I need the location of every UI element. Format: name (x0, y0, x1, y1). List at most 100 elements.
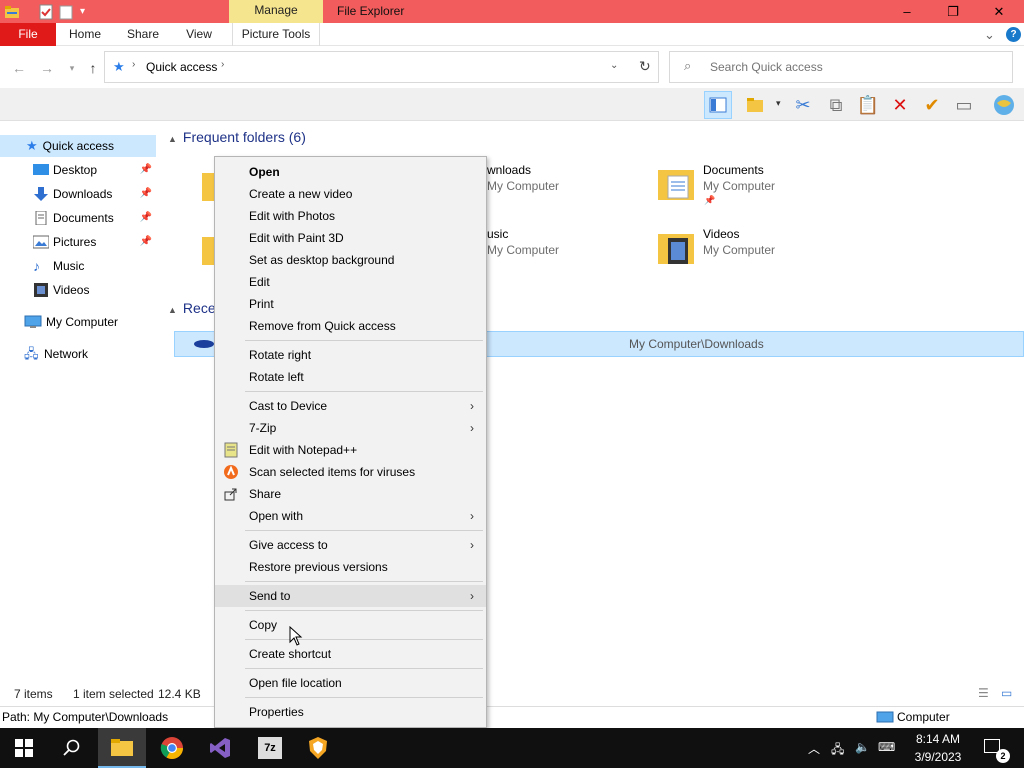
search-button[interactable] (48, 728, 96, 768)
recent-files-header[interactable]: ▲ Rece (168, 300, 216, 316)
location-text: Computer (897, 710, 950, 724)
paste-icon[interactable]: 📋 (854, 91, 882, 119)
menu-item-edit-paint3d[interactable]: Edit with Paint 3D (215, 227, 486, 249)
tab-view[interactable]: View (176, 23, 222, 46)
customize-qat-icon[interactable]: ▾ (80, 6, 85, 17)
frequent-folders-header[interactable]: ▲ Frequent folders (6) (168, 129, 306, 145)
menu-item-rotate-right[interactable]: Rotate right (215, 344, 486, 366)
cut-icon[interactable]: ✂ (789, 91, 817, 119)
menu-item-restore-versions[interactable]: Restore previous versions (215, 556, 486, 578)
maximize-button[interactable]: ❐ (930, 0, 976, 23)
menu-item-share[interactable]: Share (215, 483, 486, 505)
chevron-right-icon[interactable]: › (221, 59, 224, 70)
explorer-icon[interactable] (4, 4, 20, 20)
back-icon[interactable]: ← (11, 60, 27, 76)
pin-icon[interactable]: 📌 (140, 231, 152, 253)
pin-icon[interactable]: 📌 (140, 159, 152, 181)
menu-item-create-shortcut[interactable]: Create shortcut (215, 643, 486, 665)
menu-item-edit[interactable]: Edit (215, 271, 486, 293)
up-icon[interactable]: ↑ (85, 60, 101, 76)
layout-dropdown-icon[interactable]: ▾ (776, 98, 781, 109)
volume-icon[interactable]: 🔈 (855, 740, 870, 754)
tab-picture-tools[interactable]: Picture Tools (232, 23, 320, 46)
properties-icon[interactable] (38, 4, 54, 20)
menu-item-open-file-location[interactable]: Open file location (215, 672, 486, 694)
forward-icon[interactable]: → (39, 60, 55, 76)
show-hidden-icons-icon[interactable]: ︿ (808, 740, 820, 757)
folder-name[interactable]: usic (487, 227, 508, 241)
tab-home[interactable]: Home (60, 23, 110, 46)
ribbon-expand-icon[interactable]: ⌄ (984, 23, 995, 46)
address-dropdown-icon[interactable]: ⌄ (610, 60, 618, 71)
taskbar-brave[interactable] (294, 728, 342, 768)
menu-item-edit-photos[interactable]: Edit with Photos (215, 205, 486, 227)
pin-icon[interactable]: 📌 (140, 183, 152, 205)
taskbar-7zip[interactable]: 7z (246, 728, 294, 768)
menu-item-properties[interactable]: Properties (215, 701, 486, 723)
taskbar-file-explorer[interactable] (98, 728, 146, 768)
menu-item-open[interactable]: Open (215, 161, 486, 183)
new-folder-icon[interactable] (58, 4, 74, 20)
checkmark-icon[interactable]: ✔ (918, 91, 946, 119)
minimize-button[interactable]: – (884, 0, 930, 23)
address-bar[interactable]: ★ › Quick access › ⌄ ↻ (104, 51, 659, 83)
menu-item-notepadpp[interactable]: Edit with Notepad++ (215, 439, 486, 461)
help-icon[interactable]: ? (1006, 27, 1021, 42)
tab-file[interactable]: File (0, 23, 56, 46)
collapse-icon[interactable]: ▲ (168, 305, 177, 315)
taskbar-visual-studio[interactable] (196, 728, 244, 768)
search-input[interactable] (710, 58, 1000, 76)
menu-item-open-with[interactable]: Open with › (215, 505, 486, 527)
chevron-right-icon[interactable]: › (132, 59, 135, 70)
collapse-icon[interactable]: ▲ (168, 134, 177, 144)
sidebar-item-downloads[interactable]: Downloads 📌 (0, 183, 156, 205)
menu-item-give-access[interactable]: Give access to › (215, 534, 486, 556)
search-box[interactable]: ⌕ (669, 51, 1013, 83)
folder-name[interactable]: Documents (703, 163, 764, 177)
close-button[interactable]: ✕ (976, 0, 1022, 23)
pin-icon[interactable]: 📌 (140, 207, 152, 229)
menu-item-rotate-left[interactable]: Rotate left (215, 366, 486, 388)
network-status-icon[interactable]: 🖧 (831, 740, 844, 761)
menu-item-cast-to-device[interactable]: Cast to Device › (215, 395, 486, 417)
copy-icon[interactable]: ⧉ (822, 91, 850, 119)
sidebar-item-quick-access[interactable]: ★ Quick access (0, 135, 156, 157)
manage-contextual-tab[interactable]: Manage (229, 0, 323, 23)
menu-item-remove-quick-access[interactable]: Remove from Quick access (215, 315, 486, 337)
sidebar-item-desktop[interactable]: Desktop 📌 (0, 159, 156, 181)
globe-icon[interactable] (990, 91, 1018, 119)
menu-item-print[interactable]: Print (215, 293, 486, 315)
documents-folder-icon[interactable] (656, 164, 696, 204)
menu-item-7zip[interactable]: 7-Zip › (215, 417, 486, 439)
brave-icon (309, 737, 327, 759)
new-folder-icon[interactable] (742, 91, 770, 119)
menu-item-send-to[interactable]: Send to › (215, 585, 486, 607)
breadcrumb[interactable]: Quick access (146, 52, 217, 82)
start-button[interactable] (0, 728, 48, 768)
sidebar-item-music[interactable]: ♪ Music (0, 255, 156, 277)
clock[interactable]: 8:14 AM 3/9/2023 (906, 730, 970, 766)
rename-icon[interactable]: ▭ (950, 91, 978, 119)
folder-name[interactable]: wnloads (487, 163, 531, 177)
preview-pane-icon[interactable] (704, 91, 732, 119)
sidebar-item-my-computer[interactable]: My Computer (0, 311, 156, 333)
large-icons-view-icon[interactable]: ▭ (1001, 686, 1012, 700)
sidebar-item-documents[interactable]: Documents 📌 (0, 207, 156, 229)
keyboard-icon[interactable]: ⌨ (878, 740, 895, 754)
sidebar-item-pictures[interactable]: Pictures 📌 (0, 231, 156, 253)
recent-locations-icon[interactable]: ▾ (64, 60, 80, 76)
menu-item-set-background[interactable]: Set as desktop background (215, 249, 486, 271)
submenu-arrow-icon: › (470, 589, 474, 603)
menu-item-scan-viruses[interactable]: Scan selected items for viruses (215, 461, 486, 483)
taskbar-chrome[interactable] (148, 728, 196, 768)
menu-item-create-video[interactable]: Create a new video (215, 183, 486, 205)
folder-name[interactable]: Videos (703, 227, 739, 241)
tab-share[interactable]: Share (118, 23, 168, 46)
delete-icon[interactable]: ✕ (886, 91, 914, 119)
refresh-icon[interactable]: ↻ (639, 58, 651, 75)
details-view-icon[interactable]: ☰ (978, 686, 989, 700)
menu-item-copy[interactable]: Copy (215, 614, 486, 636)
sidebar-item-videos[interactable]: Videos (0, 279, 156, 301)
videos-folder-icon[interactable] (656, 228, 696, 268)
sidebar-item-network[interactable]: 🖧 Network (0, 343, 156, 365)
